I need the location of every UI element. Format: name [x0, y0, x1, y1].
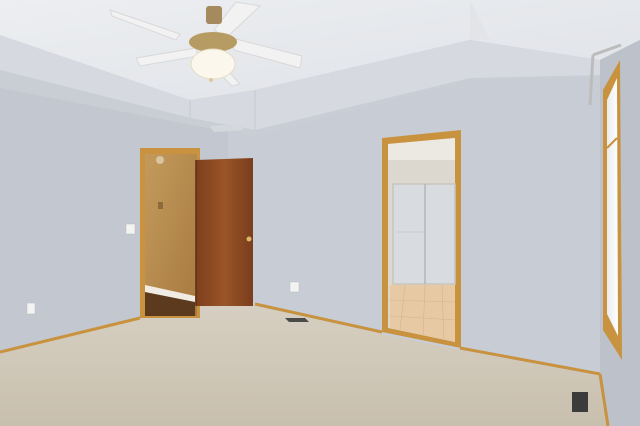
floor-vent-left — [285, 318, 309, 322]
bedroom-illustration — [0, 0, 640, 426]
light-switch — [125, 223, 136, 235]
doorway-bathroom — [382, 130, 461, 348]
door-leaf — [196, 158, 253, 306]
window-right — [603, 60, 622, 360]
wall-outlet-left — [26, 302, 36, 315]
open-door-left — [140, 148, 253, 318]
wall-outlet-back — [289, 281, 300, 293]
floor-vent-right — [572, 392, 588, 412]
shower-enclosure — [392, 183, 456, 285]
door-knob — [246, 236, 252, 242]
bedroom-photo — [0, 0, 640, 426]
